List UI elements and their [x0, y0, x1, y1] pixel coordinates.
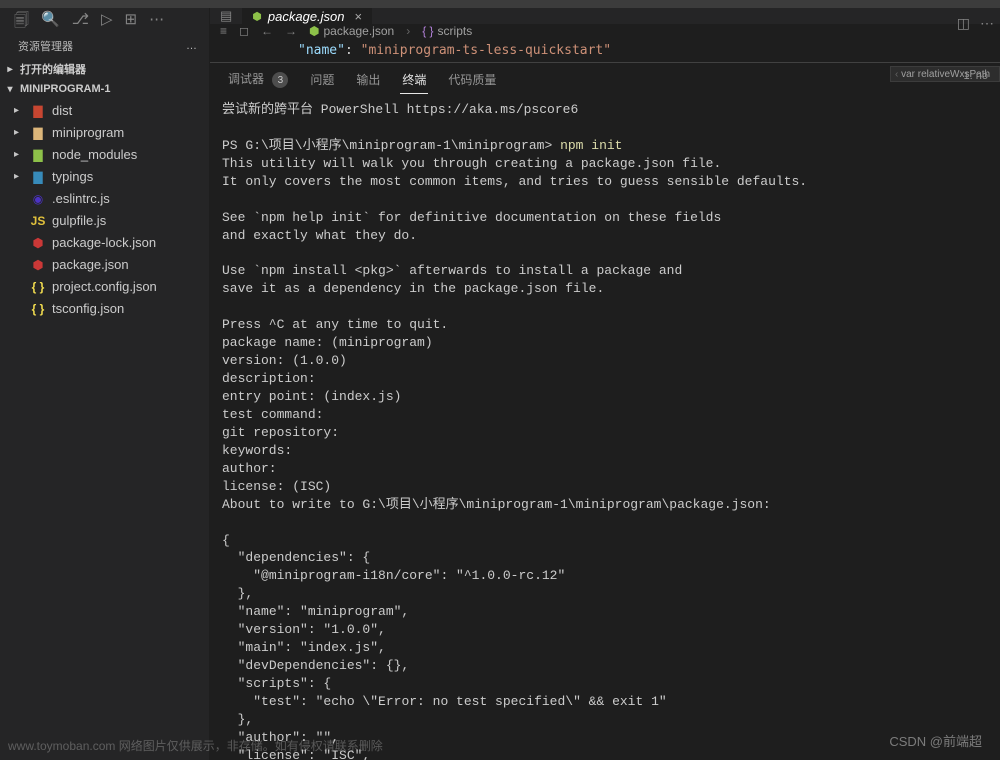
split-editor-icon[interactable]: ◫ [957, 15, 970, 32]
folder-icon: ▇ [30, 169, 46, 185]
tree-item-folder[interactable]: ▸▇dist [0, 100, 209, 122]
section-project[interactable]: ▾ MINIPROGRAM-1 [0, 80, 209, 98]
folder-icon: ▇ [30, 103, 46, 119]
watermark-right: CSDN @前端超 [889, 731, 982, 750]
editor-line[interactable]: "name": "miniprogram-ts-less-quickstart" [210, 39, 1000, 62]
more-icon[interactable]: ⋯ [149, 10, 164, 35]
tree-item-file[interactable]: ⬢package-lock.json [0, 232, 209, 254]
files-icon[interactable]: 🗐 [14, 10, 29, 35]
terminal[interactable]: 尝试新的跨平台 PowerShell https://aka.ms/pscore… [210, 95, 1000, 760]
tab-terminal[interactable]: 终端 [392, 65, 436, 94]
tree-item-folder[interactable]: ▸▇node_modules [0, 144, 209, 166]
json-icon: { } [30, 301, 46, 317]
back-icon[interactable]: ← [261, 24, 273, 38]
tree-item-folder[interactable]: ▸▇typings [0, 166, 209, 188]
tree-item-file[interactable]: ◉.eslintrc.js [0, 188, 209, 210]
tab-debug[interactable]: 调试器 3 [218, 64, 298, 95]
bookmark-icon[interactable]: ◻ [239, 24, 249, 38]
extensions-icon[interactable]: ⊞ [125, 10, 138, 35]
close-icon[interactable]: × [355, 9, 363, 24]
tree-item-file[interactable]: JSgulpfile.js [0, 210, 209, 232]
chevron-right-icon: ▸ [14, 145, 24, 165]
tree-item-file[interactable]: { }tsconfig.json [0, 298, 209, 320]
debug-badge: 3 [272, 72, 288, 88]
forward-icon[interactable]: → [285, 24, 297, 38]
chevron-right-icon: ▸ [14, 167, 24, 187]
file-tree: ▸▇dist ▸▇miniprogram ▸▇node_modules ▸▇ty… [0, 98, 209, 760]
tab-output[interactable]: 输出 [346, 65, 390, 94]
tab-codelens[interactable]: 代码质量 [438, 65, 506, 94]
tab-package-json[interactable]: ⬢ package.json × [242, 8, 372, 24]
breadcrumb-file[interactable]: ⬢ package.json [309, 24, 394, 38]
search-icon[interactable]: 🔍 [41, 10, 60, 35]
bottom-panel: 调试器 3 问题 输出 终端 代码质量 1: no 尝试新的跨平台 PowerS… [210, 62, 1000, 760]
js-icon: JS [30, 213, 46, 229]
chevron-right-icon: ▸ [4, 64, 16, 75]
watermark-left: www.toymoban.com 网络图片仅供展示，非存储。如有侵权请联系删除 [8, 737, 383, 754]
breadcrumb: ≡ ◻ ← → ⬢ package.json › { } scripts [210, 24, 1000, 39]
tab-label: package.json [268, 9, 345, 24]
npm-icon: ⬢ [309, 24, 319, 38]
braces-icon: { } [422, 24, 433, 38]
section-open-editors[interactable]: ▸ 打开的编辑器 [0, 58, 209, 80]
eslint-icon: ◉ [30, 191, 46, 207]
chevron-right-icon: ▸ [14, 123, 24, 143]
sidebar-more-icon[interactable]: … [186, 40, 197, 52]
editor-area: ▤ ⬢ package.json × ◫ ⋯ ≡ ◻ ← → ⬢ package… [210, 8, 1000, 760]
folder-icon: ▇ [30, 147, 46, 163]
chevron-down-icon: ▾ [4, 84, 16, 95]
sidebar-toggle-icon[interactable]: ▤ [220, 8, 232, 24]
editor-tabs: ▤ ⬢ package.json × ◫ ⋯ [210, 8, 1000, 24]
chevron-right-icon: ▸ [14, 101, 24, 121]
sidebar-title: 资源管理器 [18, 38, 73, 54]
more-icon[interactable]: ⋯ [980, 15, 994, 32]
tree-item-folder[interactable]: ▸▇miniprogram [0, 122, 209, 144]
menu-icon[interactable]: ≡ [220, 24, 227, 38]
tree-item-file[interactable]: ⬢package.json [0, 254, 209, 276]
tree-item-file[interactable]: { }project.config.json [0, 276, 209, 298]
npm-icon: ⬢ [30, 257, 46, 273]
sidebar: 资源管理器 … ▸ 打开的编辑器 ▾ MINIPROGRAM-1 ▸▇dist … [0, 8, 210, 760]
npm-icon: ⬢ [252, 10, 262, 23]
breadcrumb-part[interactable]: { } scripts [422, 24, 472, 38]
titlebar [0, 0, 1000, 8]
top-toolbar: 🗐 🔍 ⎇ ▷ ⊞ ⋯ [14, 10, 164, 35]
panel-tabs: 调试器 3 问题 输出 终端 代码质量 1: no [210, 63, 1000, 95]
source-control-icon[interactable]: ⎇ [72, 10, 89, 35]
terminal-selector[interactable]: 1: no [964, 70, 988, 82]
debug-icon[interactable]: ▷ [101, 10, 113, 35]
chevron-right-icon: › [406, 24, 410, 38]
tab-problems[interactable]: 问题 [300, 65, 344, 94]
npm-icon: ⬢ [30, 235, 46, 251]
json-icon: { } [30, 279, 46, 295]
folder-icon: ▇ [30, 125, 46, 141]
